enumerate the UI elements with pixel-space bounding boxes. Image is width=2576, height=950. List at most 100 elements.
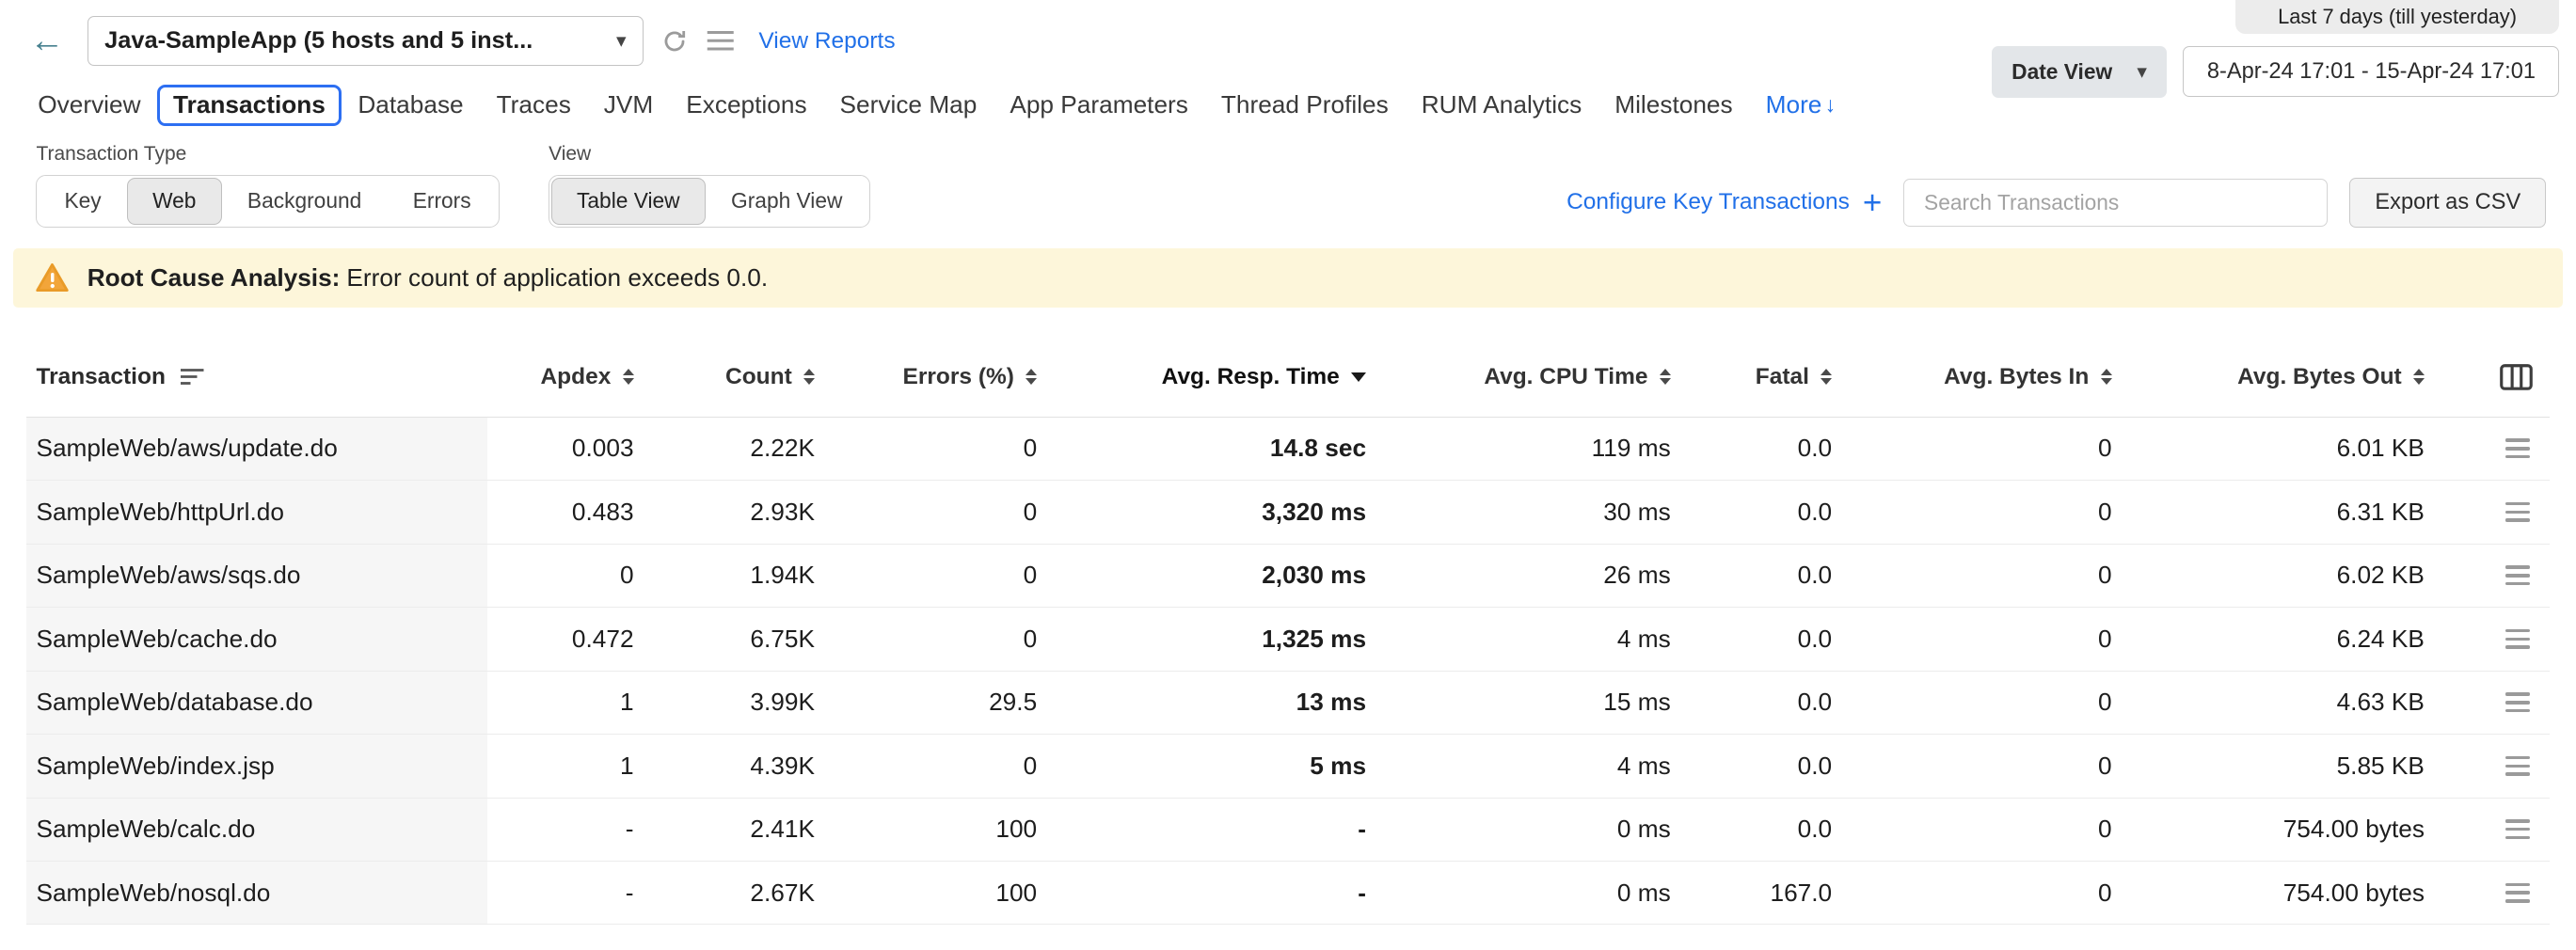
apdex-value: 0.003 (487, 418, 660, 480)
transaction-name[interactable]: SampleWeb/aws/update.do (26, 418, 487, 480)
count-value: 2.22K (660, 418, 841, 480)
transaction-name[interactable]: SampleWeb/httpUrl.do (26, 481, 487, 543)
row-menu-icon[interactable] (2505, 502, 2530, 522)
transaction-name[interactable]: SampleWeb/calc.do (26, 799, 487, 861)
configure-key-transactions-link[interactable]: Configure Key Transactions + (1566, 186, 1882, 219)
table-row[interactable]: SampleWeb/index.jsp 1 4.39K 0 5 ms 4 ms … (26, 735, 2550, 798)
column-errors[interactable]: Errors (%) (841, 364, 1063, 390)
table-row[interactable]: SampleWeb/httpUrl.do 0.483 2.93K 0 3,320… (26, 481, 2550, 544)
table-row[interactable]: SampleWeb/database.do 1 3.99K 29.5 13 ms… (26, 672, 2550, 735)
type-background-button[interactable]: Background (222, 178, 388, 225)
column-apdex[interactable]: Apdex (487, 364, 660, 390)
errors-value: 29.5 (841, 672, 1063, 734)
column-fatal[interactable]: Fatal (1697, 364, 1858, 390)
avg-bytes-in-value: 0 (1858, 545, 2138, 607)
count-value: 1.94K (660, 545, 841, 607)
column-label: Avg. Bytes Out (2237, 364, 2402, 390)
transaction-name[interactable]: SampleWeb/index.jsp (26, 735, 487, 797)
column-chooser-icon[interactable] (2500, 364, 2533, 390)
transaction-name[interactable]: SampleWeb/cache.do (26, 608, 487, 670)
application-selector[interactable]: Java-SampleApp (5 hosts and 5 inst... ▾ (87, 16, 644, 65)
column-avg-bytes-in[interactable]: Avg. Bytes In (1858, 364, 2138, 390)
configure-link-label: Configure Key Transactions (1566, 189, 1850, 215)
apdex-value: - (487, 862, 660, 924)
table-row[interactable]: SampleWeb/calc.do - 2.41K 100 - 0 ms 0.0… (26, 799, 2550, 862)
sort-icon[interactable] (1660, 369, 1671, 385)
sort-desc-icon[interactable] (1351, 372, 1366, 382)
column-chooser[interactable] (2451, 364, 2550, 390)
view-label: View (549, 143, 870, 166)
tab-app-parameters[interactable]: App Parameters (994, 84, 1205, 126)
plus-icon[interactable]: + (1863, 186, 1882, 219)
avg-bytes-out-value: 6.01 KB (2139, 418, 2451, 480)
row-menu-icon[interactable] (2505, 883, 2530, 903)
type-key-button[interactable]: Key (39, 178, 127, 225)
errors-value: 0 (841, 608, 1063, 670)
date-range-picker[interactable]: 8-Apr-24 17:01 - 15-Apr-24 17:01 (2183, 46, 2559, 96)
transaction-name[interactable]: SampleWeb/aws/sqs.do (26, 545, 487, 607)
export-csv-button[interactable]: Export as CSV (2349, 178, 2546, 227)
avg-bytes-out-value: 754.00 bytes (2139, 799, 2451, 861)
avg-cpu-time-value: 30 ms (1392, 481, 1697, 543)
row-menu-icon[interactable] (2505, 438, 2530, 458)
column-transaction[interactable]: Transaction (26, 364, 487, 390)
column-label: Avg. Resp. Time (1162, 364, 1340, 390)
row-menu-icon[interactable] (2505, 692, 2530, 712)
avg-resp-time-value: 2,030 ms (1063, 545, 1392, 607)
avg-cpu-time-value: 0 ms (1392, 862, 1697, 924)
tab-milestones[interactable]: Milestones (1598, 84, 1749, 126)
row-menu-icon[interactable] (2505, 565, 2530, 585)
tab-database[interactable]: Database (342, 84, 480, 126)
list-menu-icon[interactable] (706, 29, 735, 52)
table-row[interactable]: SampleWeb/aws/sqs.do 0 1.94K 0 2,030 ms … (26, 545, 2550, 608)
avg-cpu-time-value: 4 ms (1392, 735, 1697, 797)
row-menu-icon[interactable] (2505, 629, 2530, 649)
graph-view-button[interactable]: Graph View (706, 178, 868, 225)
errors-value: 100 (841, 799, 1063, 861)
table-row[interactable]: SampleWeb/aws/update.do 0.003 2.22K 0 14… (26, 418, 2550, 481)
avg-resp-time-value: - (1063, 799, 1392, 861)
avg-resp-time-value: 13 ms (1063, 672, 1392, 734)
sort-icon[interactable] (623, 369, 634, 385)
sort-icon[interactable] (2101, 369, 2112, 385)
date-view-button[interactable]: Date View ▾ (1992, 46, 2167, 98)
transaction-name[interactable]: SampleWeb/database.do (26, 672, 487, 734)
type-web-button[interactable]: Web (127, 178, 222, 225)
sort-icon[interactable] (2413, 369, 2425, 385)
row-menu-icon[interactable] (2505, 819, 2530, 839)
sort-icon[interactable] (1821, 369, 1832, 385)
table-row[interactable]: SampleWeb/nosql.do - 2.67K 100 - 0 ms 16… (26, 862, 2550, 925)
tab-transactions[interactable]: Transactions (157, 85, 342, 126)
tab-overview[interactable]: Overview (22, 84, 157, 126)
avg-cpu-time-value: 26 ms (1392, 545, 1697, 607)
sort-icon[interactable] (803, 369, 815, 385)
errors-value: 0 (841, 735, 1063, 797)
tab-traces[interactable]: Traces (480, 84, 587, 126)
tab-rum-analytics[interactable]: RUM Analytics (1405, 84, 1598, 126)
column-count[interactable]: Count (660, 364, 841, 390)
column-avg-resp-time[interactable]: Avg. Resp. Time (1063, 364, 1392, 390)
apm-transactions-page: ← Java-SampleApp (5 hosts and 5 inst... … (0, 0, 2576, 949)
tab-exceptions[interactable]: Exceptions (670, 84, 823, 126)
table-row[interactable]: SampleWeb/cache.do 0.472 6.75K 0 1,325 m… (26, 608, 2550, 671)
search-input[interactable] (1903, 179, 2328, 227)
sort-filter-icon[interactable] (181, 367, 207, 387)
tab-jvm[interactable]: JVM (587, 84, 669, 126)
tab-more[interactable]: More ↓ (1749, 84, 1852, 126)
row-menu-icon[interactable] (2505, 756, 2530, 776)
type-errors-button[interactable]: Errors (388, 178, 497, 225)
tab-thread-profiles[interactable]: Thread Profiles (1204, 84, 1405, 126)
avg-cpu-time-value: 119 ms (1392, 418, 1697, 480)
table-header: Transaction Apdex Count Errors (%) Avg. … (26, 338, 2550, 418)
refresh-icon[interactable] (661, 28, 688, 55)
column-avg-cpu-time[interactable]: Avg. CPU Time (1392, 364, 1697, 390)
transaction-name[interactable]: SampleWeb/nosql.do (26, 862, 487, 924)
tab-service-map[interactable]: Service Map (823, 84, 994, 126)
chevron-down-icon: ▾ (616, 29, 627, 53)
table-view-button[interactable]: Table View (551, 178, 706, 225)
back-arrow-icon[interactable]: ← (29, 24, 64, 58)
column-avg-bytes-out[interactable]: Avg. Bytes Out (2139, 364, 2451, 390)
view-reports-link[interactable]: View Reports (758, 28, 895, 55)
column-label: Transaction (36, 364, 165, 390)
sort-icon[interactable] (1026, 369, 1037, 385)
